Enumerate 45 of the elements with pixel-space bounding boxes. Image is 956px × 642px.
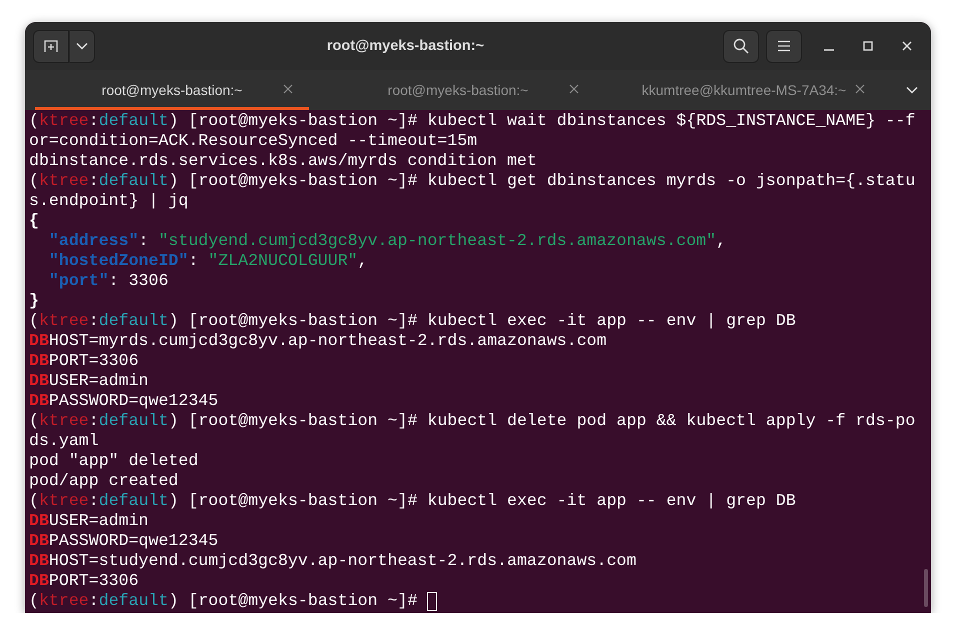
tab-close-button[interactable] [569,84,579,94]
terminal-line: (ktree:default) [root@myeks-bastion ~]# kubectl get dbinstances myrds -o jsonpath={.statu [29,171,916,191]
terminal-line: DBPORT=3306 [29,571,139,591]
dropdown-button[interactable] [69,30,95,62]
terminal-line: DBPASSWORD=qwe12345 [29,391,218,411]
minimize-icon [824,49,834,51]
terminal-line: s.endpoint} | jq [29,191,188,211]
terminal-line: DBHOST=studyend.cumjcd3gc8yv.ap-northeast-2.rds.amazonaws.com [29,551,636,571]
tab[interactable]: kkumtree@kkumtree-MS-7A34:~ [607,70,881,110]
terminal-line: ds.yaml [29,431,99,451]
terminal-line: DBUSER=admin [29,511,149,531]
terminal-line: pod "app" deleted [29,451,198,471]
terminal-line: pod/app created [29,471,178,491]
chevron-down-icon [76,42,88,50]
terminal-line: DBHOST=myrds.cumjcd3gc8yv.ap-northeast-2.rds.amazonaws.com [29,331,607,351]
terminal-line: DBPASSWORD=qwe12345 [29,531,218,551]
tab-close-button[interactable] [283,84,293,94]
new-tab-button[interactable] [33,30,69,62]
terminal-line: (ktree:default) [root@myeks-bastion ~]# [29,591,418,611]
terminal-line: (ktree:default) [root@myeks-bastion ~]# kubectl delete pod app && kubectl apply -f rds-po [29,411,916,431]
close-icon [902,41,912,51]
terminal-line: (ktree:default) [root@myeks-bastion ~]# kubectl exec -it app -- env | grep DB [29,311,796,331]
menu-button[interactable] [766,30,802,62]
window-title: root@myeks-bastion:~ [326,38,486,54]
search-button[interactable] [723,30,759,62]
terminal-line: "hostedZoneID": "ZLA2NUCOLGUUR", [48,251,368,271]
terminal-line: DBUSER=admin [29,371,149,391]
tab-close-button[interactable] [855,84,865,94]
terminal-line: dbinstance.rds.services.k8s.aws/myrds condition met [29,151,537,171]
scrollbar-thumb[interactable] [924,569,928,607]
terminal-line: "address": "studyend.cumjcd3gc8yv.ap-northeast-2.rds.amazonaws.com", [48,231,726,251]
terminal-line: "port": 3306 [48,271,168,291]
terminal-line: DBPORT=3306 [29,351,139,371]
terminal-line: { [29,211,39,231]
chevron-down-icon [906,86,918,94]
maximize-icon [863,41,873,51]
terminal-line: (ktree:default) [root@myeks-bastion ~]# kubectl exec -it app -- env | grep DB [29,491,796,511]
tab[interactable]: root@myeks-bastion:~ [321,70,595,110]
menu-icon [777,40,791,52]
terminal-line: or=condition=ACK.ResourceSynced --timeout=15m [29,131,478,151]
terminal-line: (ktree:default) [root@myeks-bastion ~]# kubectl wait dbinstances ${RDS_INSTANCE_NAME} --f [29,111,916,131]
search-icon [733,38,749,54]
terminal-line: } [29,291,39,311]
new-tab-icon [43,38,59,54]
tab[interactable]: root@myeks-bastion:~ [35,70,309,110]
